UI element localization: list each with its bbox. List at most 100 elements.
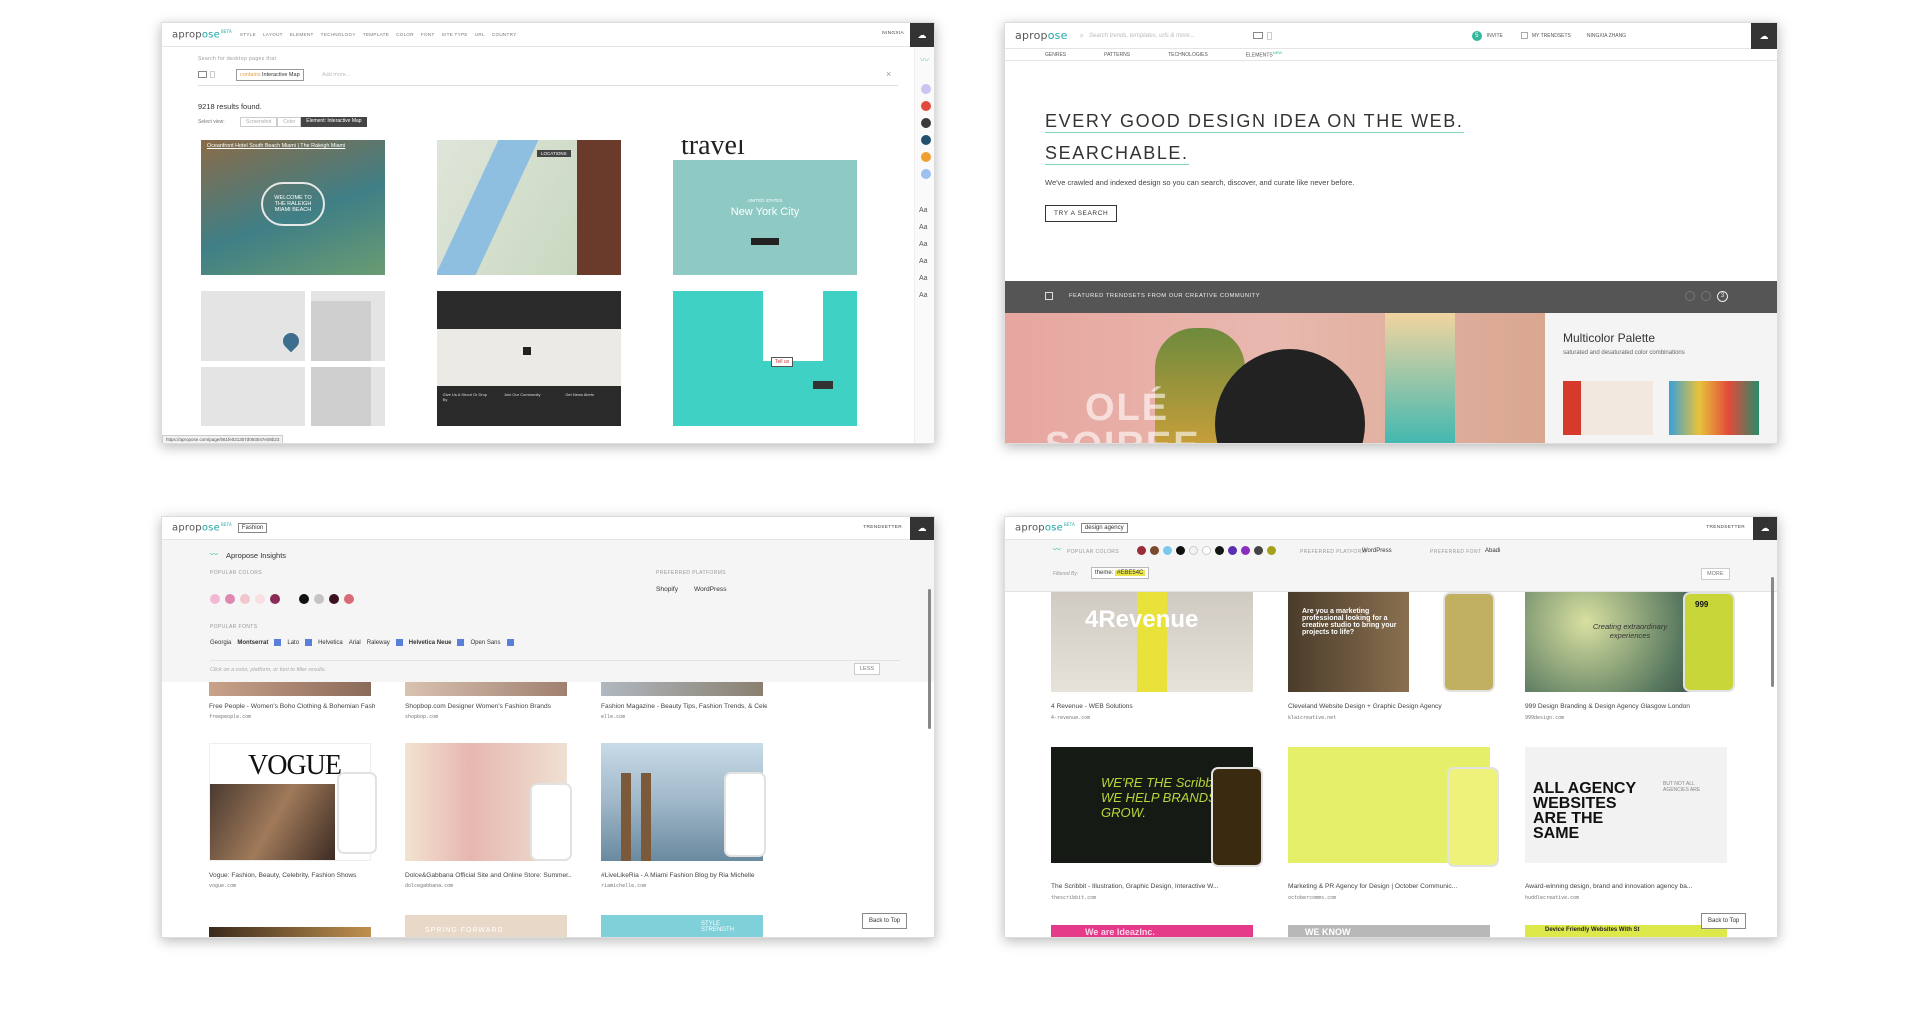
- logo[interactable]: aproposeBETA: [162, 522, 232, 533]
- color-swatch[interactable]: [255, 594, 265, 604]
- desktop-icon[interactable]: [198, 71, 207, 78]
- result-thumbnail[interactable]: SPRING FORWARD: [405, 915, 567, 937]
- result-url[interactable]: klaicreative.net: [1288, 715, 1336, 721]
- try-search-button[interactable]: TRY A SEARCH: [1045, 205, 1118, 222]
- search-tag[interactable]: contains Interactive Map: [236, 69, 304, 81]
- result-url[interactable]: elle.com: [601, 714, 625, 720]
- color-swatch[interactable]: [344, 594, 354, 604]
- my-trendsets-link[interactable]: MY TRENDSETS: [1532, 33, 1571, 39]
- color-swatch[interactable]: [299, 594, 309, 604]
- cloud-icon[interactable]: ☁: [1751, 23, 1777, 49]
- theme-filter[interactable]: theme: #EBE54C: [1091, 567, 1150, 579]
- color-swatch[interactable]: [921, 84, 931, 94]
- font-sample[interactable]: Aa: [919, 275, 928, 282]
- view-element[interactable]: Element: Interactive Map: [301, 117, 367, 127]
- result-thumbnail[interactable]: Give Us A Shout Or Drop By Join Our Comm…: [437, 291, 621, 426]
- color-swatch[interactable]: [1241, 546, 1250, 555]
- result-thumbnail[interactable]: travel UNITED STATES New York City: [673, 140, 857, 275]
- color-swatch[interactable]: [921, 152, 931, 162]
- font-item[interactable]: Arial: [349, 640, 361, 646]
- page-dot[interactable]: [1701, 291, 1711, 301]
- result-title[interactable]: Marketing & PR Agency for Design | Octob…: [1288, 883, 1494, 890]
- nav-item[interactable]: ELEMENT: [290, 32, 314, 37]
- page-dot-active[interactable]: 3: [1717, 291, 1728, 302]
- result-url[interactable]: huddlecreative.com: [1525, 895, 1579, 901]
- color-swatch[interactable]: [225, 594, 235, 604]
- result-thumbnail[interactable]: Tell us: [673, 291, 857, 426]
- cloud-icon[interactable]: ☁: [1753, 517, 1777, 540]
- mobile-icon[interactable]: [210, 71, 215, 78]
- color-swatch[interactable]: [1163, 546, 1172, 555]
- color-swatch[interactable]: [1137, 546, 1146, 555]
- tab-genres[interactable]: GENRES: [1045, 52, 1066, 58]
- result-thumbnail[interactable]: [201, 291, 385, 426]
- scrollbar[interactable]: [1771, 577, 1774, 687]
- result-title[interactable]: 4 Revenue - WEB Solutions: [1051, 703, 1257, 710]
- result-thumbnail[interactable]: 4Revenue: [1051, 592, 1253, 692]
- thumbnail-link[interactable]: Oceanfront Hotel South Beach Miami | The…: [207, 143, 345, 149]
- font-item[interactable]: Helvetica: [318, 640, 343, 646]
- logo[interactable]: aproposeBETA: [1005, 522, 1075, 533]
- less-button[interactable]: LESS: [854, 663, 881, 675]
- result-thumbnail[interactable]: STYLE STRENGTH: [601, 915, 763, 937]
- color-swatch[interactable]: [329, 594, 339, 604]
- font-sample[interactable]: Aa: [919, 258, 928, 265]
- logo[interactable]: apropose: [1005, 29, 1068, 42]
- font-sample[interactable]: Aa: [919, 292, 928, 299]
- nav-item[interactable]: TECHNOLOGY: [321, 32, 356, 37]
- platform-shopify[interactable]: Shopify: [656, 586, 678, 593]
- color-swatch[interactable]: [1176, 546, 1185, 555]
- font-item[interactable]: Georgia: [210, 640, 231, 646]
- color-swatch[interactable]: [240, 594, 250, 604]
- tab-technologies[interactable]: TECHNOLOGIES: [1168, 52, 1208, 58]
- font-sample[interactable]: Aa: [919, 224, 928, 231]
- font-item[interactable]: Montserrat: [237, 640, 268, 646]
- result-title[interactable]: #LiveLikeRia - A Miami Fashion Blog by R…: [601, 872, 767, 879]
- tab-patterns[interactable]: PATTERNS: [1104, 52, 1130, 58]
- result-thumbnail[interactable]: Oceanfront Hotel South Beach Miami | The…: [201, 140, 385, 275]
- result-title[interactable]: Fashion Magazine - Beauty Tips, Fashion …: [601, 703, 767, 710]
- result-title[interactable]: Cleveland Website Design + Graphic Desig…: [1288, 703, 1494, 710]
- result-title[interactable]: Dolce&Gabbana Official Site and Online S…: [405, 872, 571, 879]
- color-swatch[interactable]: [921, 101, 931, 111]
- result-title[interactable]: Free People - Women's Boho Clothing & Bo…: [209, 703, 375, 710]
- close-icon[interactable]: ×: [886, 69, 891, 79]
- filter-tag[interactable]: Fashion: [237, 523, 268, 533]
- filter-tag[interactable]: design agency: [1080, 523, 1128, 533]
- back-to-top-button[interactable]: Back to Top: [1701, 913, 1747, 929]
- result-url[interactable]: freepeople.com: [209, 714, 251, 720]
- result-thumbnail[interactable]: ALL AGENCY WEBSITES ARE THE SAME BUT NOT…: [1525, 747, 1727, 863]
- result-title[interactable]: Award-winning design, brand and innovati…: [1525, 883, 1731, 890]
- cloud-icon[interactable]: ☁: [910, 23, 934, 47]
- color-swatch[interactable]: [1228, 546, 1237, 555]
- result-url[interactable]: shopbop.com: [405, 714, 438, 720]
- font-item[interactable]: Helvetica Neue: [409, 640, 452, 646]
- color-swatch[interactable]: [1150, 546, 1159, 555]
- view-color[interactable]: Color: [277, 117, 302, 127]
- view-screenshot[interactable]: Screenshot: [240, 117, 278, 127]
- color-swatch[interactable]: [1202, 546, 1211, 555]
- font-value[interactable]: Abadi: [1485, 548, 1500, 554]
- platform-value[interactable]: WordPress: [1362, 548, 1392, 554]
- color-swatch[interactable]: [210, 594, 220, 604]
- nav-item[interactable]: URL: [475, 32, 485, 37]
- user-name[interactable]: TRENDSETTER: [863, 525, 902, 530]
- result-url[interactable]: riamichelle.com: [601, 883, 646, 889]
- desktop-icon[interactable]: [1252, 32, 1263, 39]
- tab-elements[interactable]: ELEMENTSNEW: [1246, 50, 1282, 59]
- nav-item[interactable]: COUNTRY: [492, 32, 517, 37]
- result-title[interactable]: Vogue: Fashion, Beauty, Celebrity, Fashi…: [209, 872, 375, 879]
- mobile-icon[interactable]: [1266, 31, 1272, 40]
- result-thumbnail[interactable]: LOCATIONS: [437, 140, 621, 275]
- color-swatch[interactable]: [921, 135, 931, 145]
- trend-icon[interactable]: 〰: [920, 53, 929, 66]
- result-title[interactable]: 999 Design Branding & Design Agency Glas…: [1525, 703, 1731, 710]
- result-url[interactable]: 4-revenue.com: [1051, 715, 1090, 721]
- result-url[interactable]: thescribbit.com: [1051, 895, 1096, 901]
- font-item[interactable]: Lato: [287, 640, 299, 646]
- font-item[interactable]: Raleway: [367, 640, 390, 646]
- user-name[interactable]: TRENDSETTER: [1706, 525, 1745, 530]
- nav-item[interactable]: FONT: [421, 32, 435, 37]
- nav-item[interactable]: TEMPLATE: [363, 32, 389, 37]
- nav-item[interactable]: LAYOUT: [263, 32, 283, 37]
